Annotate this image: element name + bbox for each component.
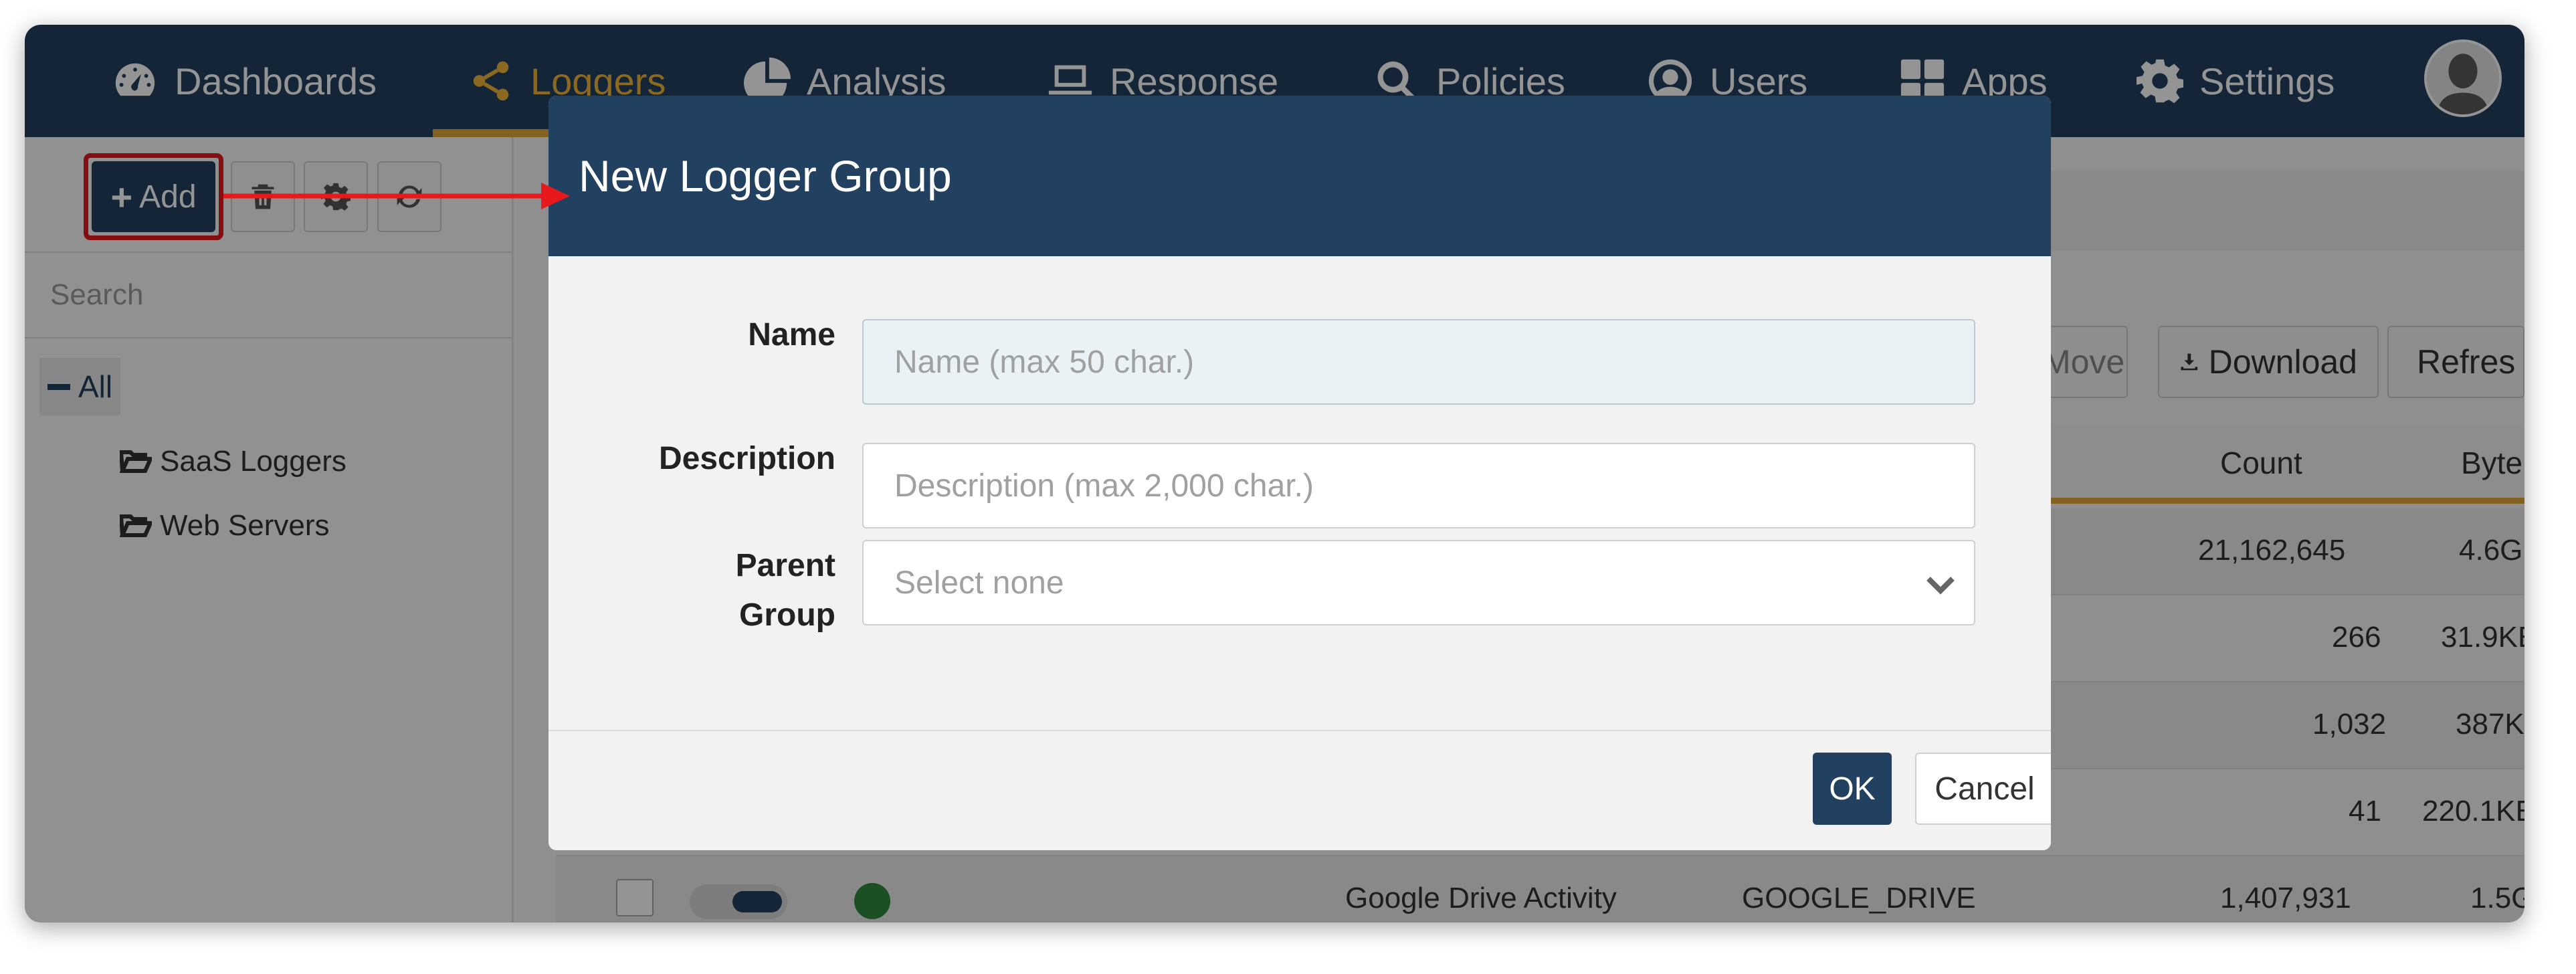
annotation-arrow bbox=[223, 183, 570, 209]
app-window: Dashboards Loggers Analysis Response Pol… bbox=[25, 25, 2524, 922]
